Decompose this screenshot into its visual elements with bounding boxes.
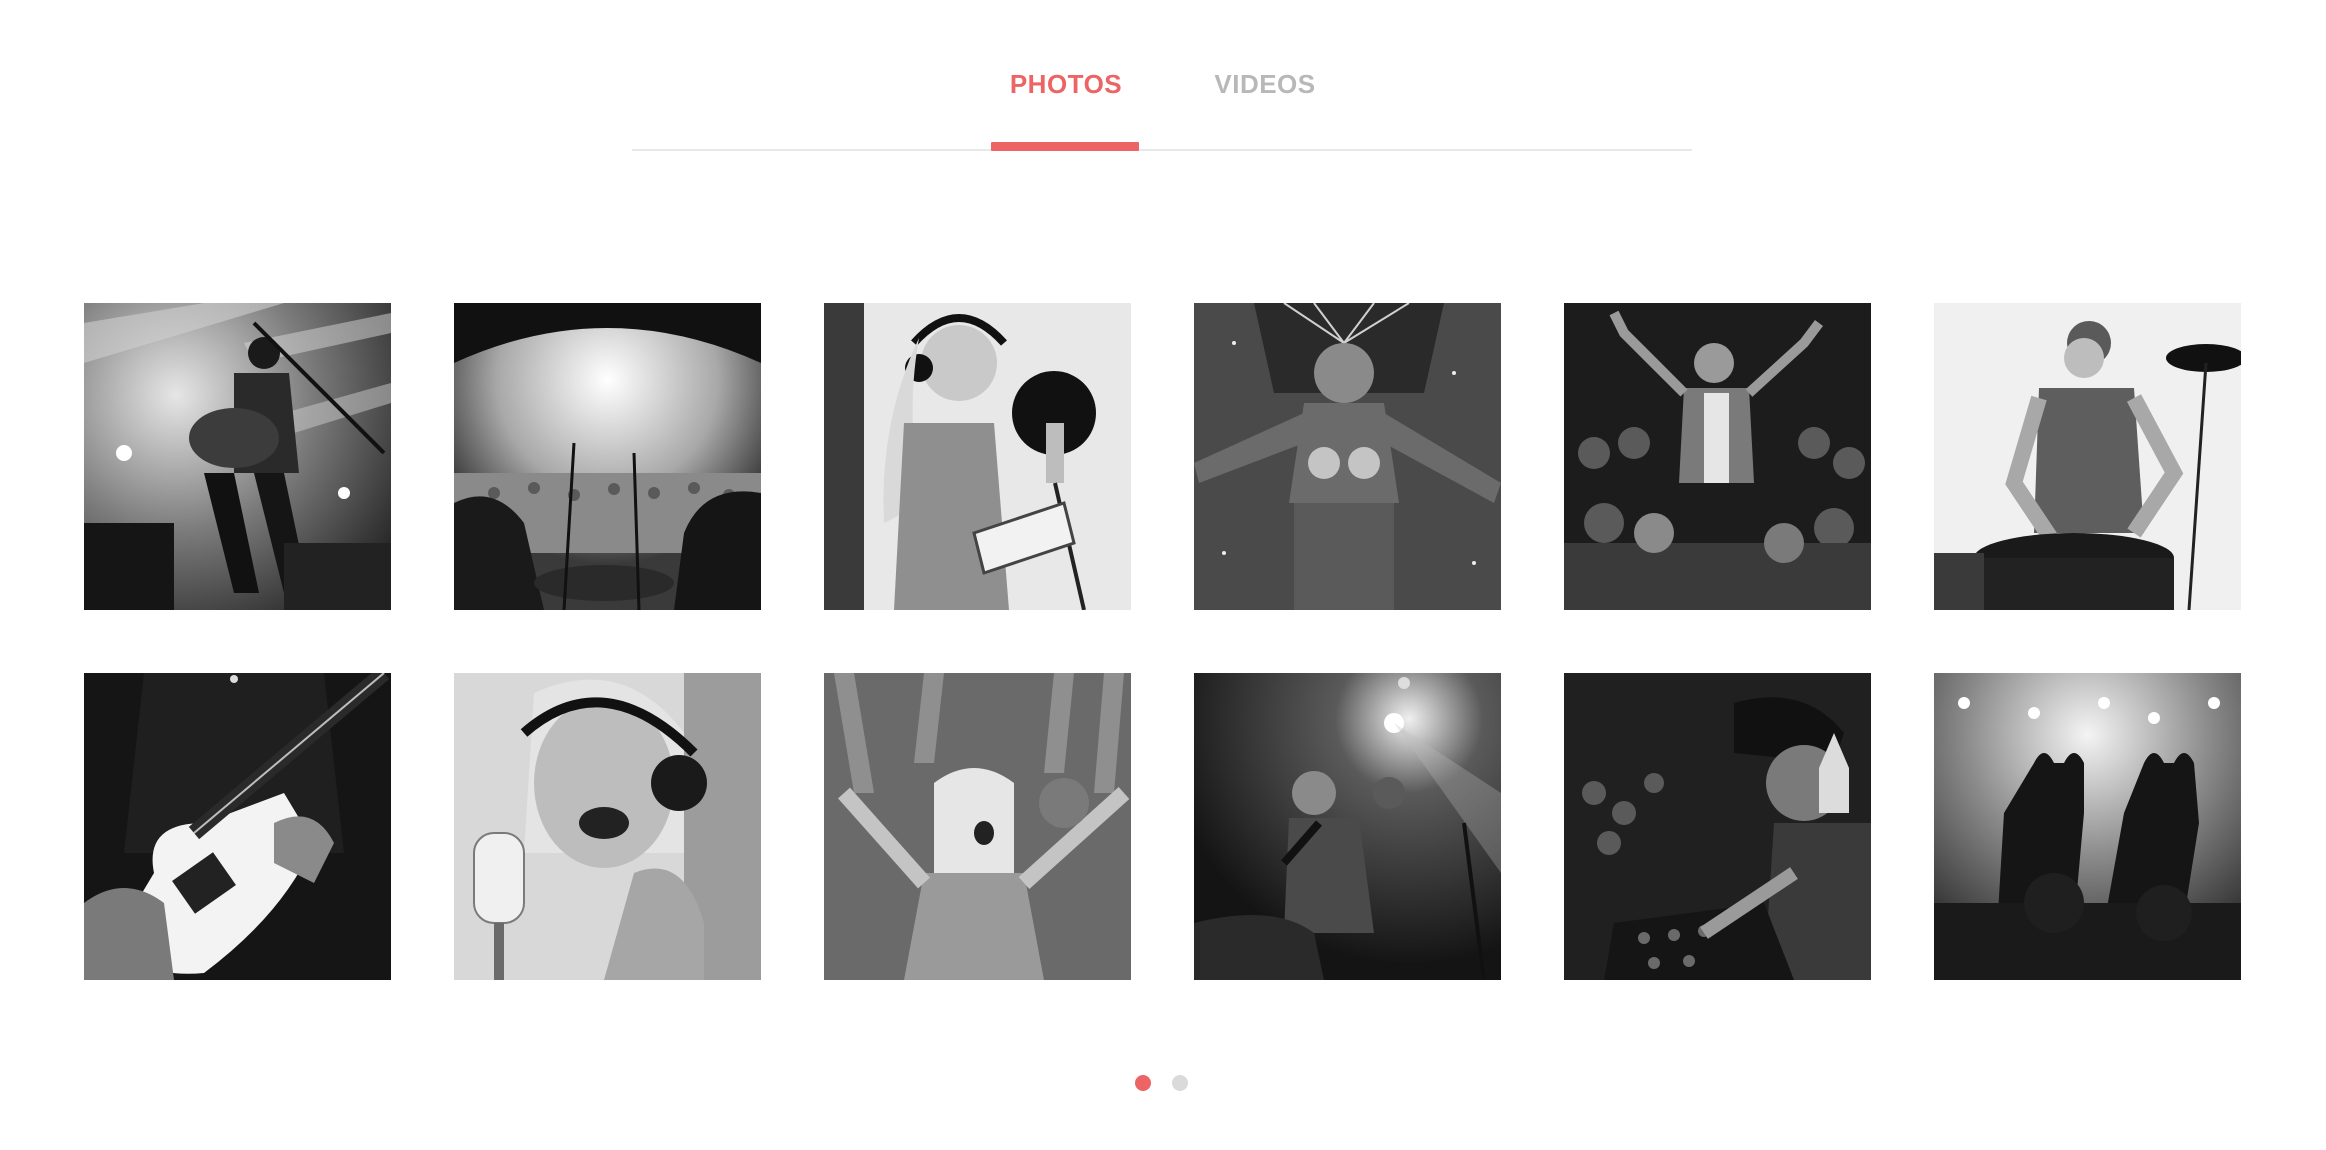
media-gallery-page: PHOTOS VIDEOS (0, 0, 2326, 1150)
gallery-photo-performer-microphone[interactable] (1194, 673, 1501, 980)
gallery-photo-electric-guitar[interactable] (84, 673, 391, 980)
singer-headphones-image (824, 303, 1131, 610)
active-tab-indicator (991, 142, 1139, 151)
tabs-rail (632, 149, 1692, 151)
electric-guitar-image (84, 673, 391, 980)
dj-image (1564, 673, 1871, 980)
cheering-fan-image (824, 673, 1131, 980)
gallery-photo-stage-view[interactable] (454, 303, 761, 610)
crowd-surfer-image (1564, 303, 1871, 610)
pagination-dot-2[interactable] (1172, 1075, 1188, 1091)
pagination-dot-1[interactable] (1135, 1075, 1151, 1091)
carnival-dancer-image (1194, 303, 1501, 610)
gallery-photo-cheering-fan[interactable] (824, 673, 1131, 980)
gallery-photo-drummer[interactable] (1934, 303, 2241, 610)
heart-hands-image (1934, 673, 2241, 980)
gallery-photo-singer-microphone[interactable] (454, 673, 761, 980)
photo-gallery (84, 303, 2242, 980)
singer-microphone-image (454, 673, 761, 980)
tab-videos[interactable]: VIDEOS (1196, 64, 1334, 104)
tab-photos[interactable]: PHOTOS (992, 64, 1140, 104)
stage-view-image (454, 303, 761, 610)
gallery-pagination (1135, 1075, 1188, 1091)
gallery-photo-guitarist[interactable] (84, 303, 391, 610)
drummer-image (1934, 303, 2241, 610)
gallery-photo-crowd-surfer[interactable] (1564, 303, 1871, 610)
performer-microphone-image (1194, 673, 1501, 980)
gallery-photo-singer-headphones[interactable] (824, 303, 1131, 610)
guitarist-image (84, 303, 391, 610)
gallery-photo-carnival-dancer[interactable] (1194, 303, 1501, 610)
gallery-photo-dj[interactable] (1564, 673, 1871, 980)
gallery-photo-heart-hands[interactable] (1934, 673, 2241, 980)
